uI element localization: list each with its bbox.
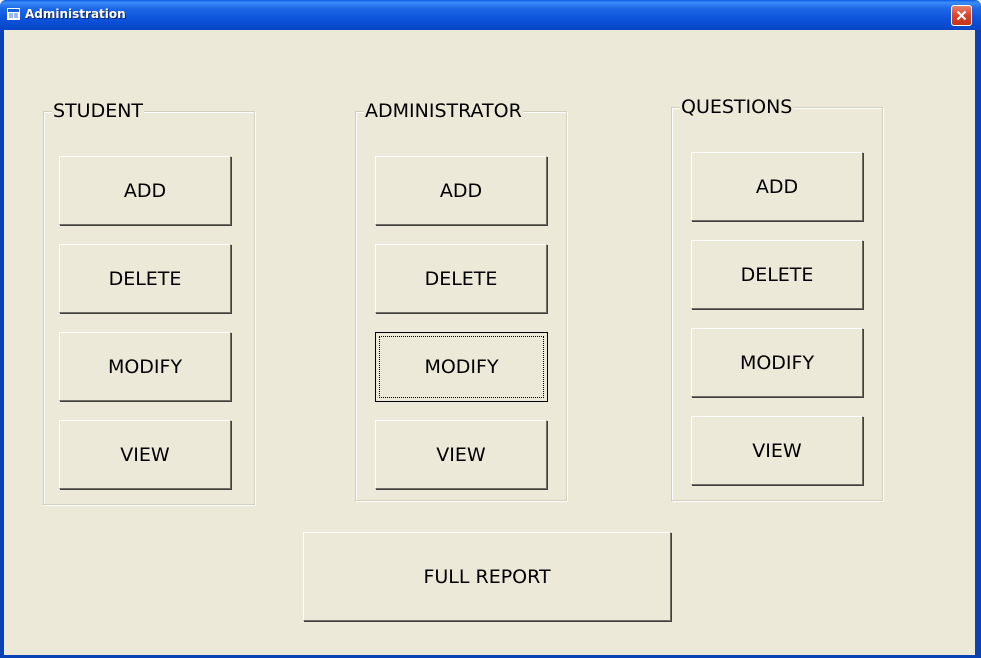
student-add-button[interactable]: ADD [59,156,231,225]
administrator-group-label: ADMINISTRATOR [364,100,523,122]
student-modify-button[interactable]: MODIFY [59,332,231,401]
administration-window: Administration STUDENT ADD DELETE MODIFY… [0,0,981,658]
window-title: Administration [25,7,126,21]
close-icon [956,10,967,21]
student-view-button[interactable]: VIEW [59,420,231,489]
questions-modify-button[interactable]: MODIFY [691,328,863,397]
administrator-modify-button[interactable]: MODIFY [375,332,548,402]
administrator-add-button[interactable]: ADD [375,156,547,225]
administrator-view-button[interactable]: VIEW [375,420,547,489]
questions-delete-button[interactable]: DELETE [691,240,863,309]
full-report-button[interactable]: FULL REPORT [303,532,671,621]
questions-add-button[interactable]: ADD [691,152,863,221]
questions-group-label: QUESTIONS [680,96,794,118]
app-icon [7,8,20,20]
student-delete-button[interactable]: DELETE [59,244,231,313]
administrator-delete-button[interactable]: DELETE [375,244,547,313]
client-area: STUDENT ADD DELETE MODIFY VIEW ADMINISTR… [4,30,975,655]
title-bar[interactable]: Administration [0,0,981,30]
student-group-label: STUDENT [52,100,145,122]
close-button[interactable] [951,5,972,26]
questions-view-button[interactable]: VIEW [691,416,863,485]
